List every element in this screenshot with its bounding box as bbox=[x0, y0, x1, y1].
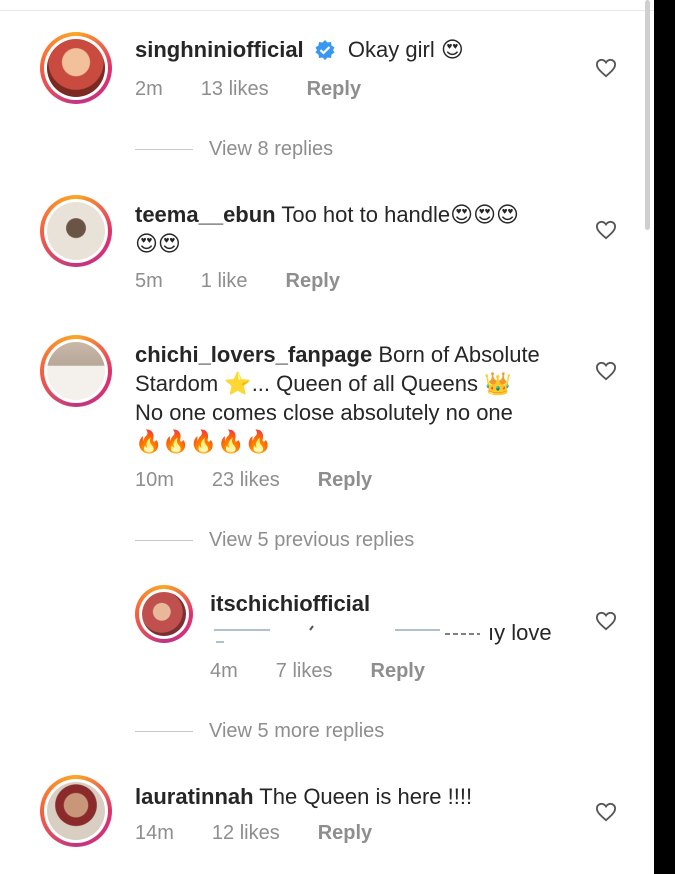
heart-outline-icon[interactable] bbox=[595, 220, 617, 240]
comment-meta: 4m 7 likes Reply bbox=[210, 660, 463, 683]
timestamp: 4m bbox=[210, 660, 238, 682]
obscured-text bbox=[214, 625, 480, 643]
username[interactable]: itschichiofficial bbox=[210, 591, 370, 616]
view-more-replies-link[interactable]: View 5 more replies bbox=[135, 720, 384, 743]
comment-text: chichi_lovers_fanpage Born of Absolute S… bbox=[135, 342, 540, 454]
timestamp: 14m bbox=[135, 822, 174, 844]
timestamp: 2m bbox=[135, 78, 163, 100]
comments-panel: singhniniofficial Okay girl 😍 2m 13 likes… bbox=[0, 0, 654, 874]
username[interactable]: teema__ebun bbox=[135, 202, 276, 227]
timestamp: 10m bbox=[135, 469, 174, 491]
comment-body: The Queen is here !!!! bbox=[259, 784, 473, 809]
username[interactable]: chichi_lovers_fanpage bbox=[135, 342, 372, 367]
comment-text: itschichiofficial ıy love bbox=[210, 589, 552, 647]
heart-outline-icon[interactable] bbox=[595, 802, 617, 822]
likes-count[interactable]: 1 like bbox=[201, 270, 248, 292]
comment-meta: 5m 1 like Reply bbox=[135, 270, 378, 293]
heart-outline-icon[interactable] bbox=[595, 58, 617, 78]
view-previous-replies-link[interactable]: View 5 previous replies bbox=[135, 529, 414, 552]
reply-button[interactable]: Reply bbox=[307, 78, 361, 100]
avatar[interactable] bbox=[40, 335, 112, 407]
comment-body: Okay girl bbox=[347, 37, 435, 62]
heart-outline-icon[interactable] bbox=[595, 361, 617, 381]
username[interactable]: singhniniofficial bbox=[135, 37, 304, 62]
scrollbar[interactable] bbox=[645, 0, 650, 230]
likes-count[interactable]: 23 likes bbox=[212, 469, 280, 491]
avatar[interactable] bbox=[40, 32, 112, 104]
comment-meta: 2m 13 likes Reply bbox=[135, 78, 399, 101]
reply-button[interactable]: Reply bbox=[318, 822, 372, 844]
comment-body: ıy love bbox=[488, 620, 552, 645]
reply-button[interactable]: Reply bbox=[286, 270, 340, 292]
avatar[interactable] bbox=[40, 775, 112, 847]
comment-text: teema__ebun Too hot to handle😍😍😍 😍😍 bbox=[135, 200, 519, 258]
comment-body: Too hot to handle bbox=[281, 202, 451, 227]
emoji: 😍😍 bbox=[135, 231, 181, 256]
comment-meta: 14m 12 likes Reply bbox=[135, 822, 410, 845]
emoji: 😍 bbox=[440, 37, 464, 62]
reply-button[interactable]: Reply bbox=[318, 469, 372, 491]
verified-badge-icon bbox=[315, 40, 335, 60]
comment-meta: 10m 23 likes Reply bbox=[135, 469, 410, 492]
likes-count[interactable]: 13 likes bbox=[201, 78, 269, 100]
fire-emoji: 🔥🔥🔥🔥🔥 bbox=[135, 429, 272, 454]
username[interactable]: lauratinnah bbox=[135, 784, 254, 809]
likes-count[interactable]: 12 likes bbox=[212, 822, 280, 844]
avatar[interactable] bbox=[135, 585, 193, 643]
timestamp: 5m bbox=[135, 270, 163, 292]
view-replies-link[interactable]: View 8 replies bbox=[135, 138, 333, 161]
reply-button[interactable]: Reply bbox=[371, 660, 425, 682]
comment-body: Born of Absolute bbox=[378, 342, 540, 367]
comment-text: singhniniofficial Okay girl 😍 bbox=[135, 35, 464, 64]
avatar[interactable] bbox=[40, 195, 112, 267]
divider bbox=[0, 10, 654, 11]
likes-count[interactable]: 7 likes bbox=[276, 660, 333, 682]
star-emoji: ⭐ bbox=[224, 371, 252, 396]
emoji: 😍😍😍 bbox=[450, 202, 519, 227]
heart-outline-icon[interactable] bbox=[595, 611, 617, 631]
crown-emoji: 👑 bbox=[484, 371, 512, 396]
comment-text: lauratinnah The Queen is here !!!! bbox=[135, 782, 472, 811]
